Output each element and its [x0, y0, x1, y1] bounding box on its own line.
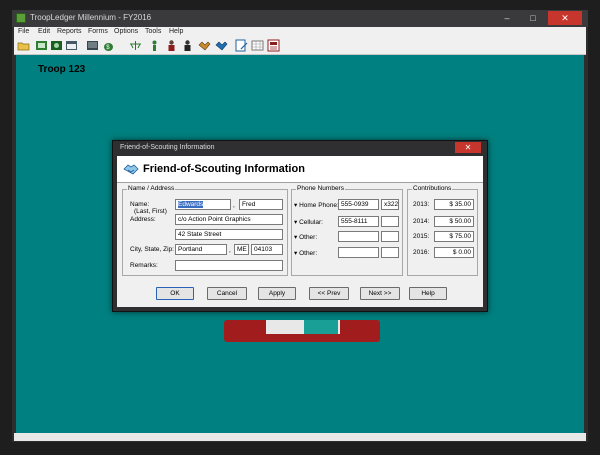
group-title-name-address: Name / Address: [127, 185, 176, 192]
minimize-button[interactable]: –: [496, 11, 518, 25]
menu-help[interactable]: Help: [169, 28, 183, 35]
menu-file[interactable]: File: [18, 28, 29, 35]
contribution-year-2013: 2013:: [413, 201, 430, 208]
name-hint: (Last, First): [134, 208, 167, 215]
contributions-group: Contributions 2013: $ 35.00 2014: $ 50.0…: [407, 185, 478, 276]
window-title: TroopLedger Millennium - FY2016: [30, 13, 152, 22]
app-icon: [16, 13, 26, 23]
dialog-body: Friend-of-Scouting Information Name / Ad…: [117, 156, 483, 307]
award-icon-2[interactable]: [215, 39, 228, 52]
troop-icon[interactable]: [148, 39, 161, 52]
calendar-icon[interactable]: [65, 39, 78, 52]
dialog-title: Friend-of-Scouting Information: [120, 144, 215, 151]
name-address-group: Name / Address Name: (Last, First) Edwar…: [122, 185, 288, 276]
remarks-label: Remarks:: [130, 262, 158, 269]
background-artwork-accent: [304, 320, 338, 334]
other1-ext-input[interactable]: [381, 231, 399, 242]
close-window-button[interactable]: ✕: [548, 11, 582, 25]
remarks-input[interactable]: [175, 260, 283, 271]
city-separator: ,: [229, 247, 231, 254]
contribution-2016-input[interactable]: $ 0.00: [434, 247, 474, 258]
phone-label-other-1-text: Other:: [299, 234, 318, 241]
name-label: Name:: [130, 201, 150, 208]
money-bag-icon[interactable]: [86, 39, 99, 52]
cancel-button[interactable]: Cancel: [207, 287, 247, 300]
menu-edit[interactable]: Edit: [38, 28, 50, 35]
award-icon[interactable]: [198, 39, 211, 52]
toolbar: $: [14, 38, 586, 55]
scout-icon[interactable]: [129, 39, 142, 52]
first-name-input[interactable]: Fred: [239, 199, 283, 210]
phone-numbers-group: Phone Numbers ▾ Home Phone: 555-0939 x32…: [291, 185, 403, 276]
help-button[interactable]: Help: [409, 287, 447, 300]
last-name-value: Edwards: [178, 201, 204, 208]
record-icon[interactable]: [35, 39, 48, 52]
contribution-year-2016: 2016:: [413, 249, 430, 256]
cellular-ext-input[interactable]: [381, 216, 399, 227]
contribution-2014-input[interactable]: $ 50.00: [434, 216, 474, 227]
dialog-header: Friend-of-Scouting Information: [117, 156, 483, 183]
dialog-heading: Friend-of-Scouting Information: [143, 163, 305, 175]
home-phone-input[interactable]: 555-0939: [338, 199, 379, 210]
menu-bar: File Edit Reports Forms Options Tools He…: [14, 27, 586, 38]
menu-options[interactable]: Options: [114, 28, 138, 35]
group-title-contributions: Contributions: [412, 185, 453, 192]
grid-icon[interactable]: [251, 39, 264, 52]
contribution-2013-input[interactable]: $ 35.00: [434, 199, 474, 210]
name-separator: ,: [233, 202, 235, 209]
zip-input[interactable]: 04103: [251, 244, 283, 255]
group-title-phones: Phone Numbers: [296, 185, 345, 192]
troop-label: Troop 123: [38, 64, 86, 75]
background-artwork: [224, 320, 380, 342]
leader-icon[interactable]: [165, 39, 178, 52]
other1-input[interactable]: [338, 231, 379, 242]
menu-forms[interactable]: Forms: [88, 28, 108, 35]
address-label: Address:: [130, 216, 156, 223]
edit-form-icon[interactable]: [235, 39, 248, 52]
other2-input[interactable]: [338, 247, 379, 258]
address-line2-input[interactable]: 42 State Street: [175, 229, 283, 240]
menu-tools[interactable]: Tools: [145, 28, 161, 35]
handshake-icon[interactable]: [181, 39, 194, 52]
phone-label-other-2[interactable]: ▾ Other:: [294, 249, 317, 257]
state-input[interactable]: ME: [234, 244, 249, 255]
city-state-zip-label: City, State, Zip:: [130, 246, 174, 253]
phone-label-cellular-text: Cellular:: [299, 219, 323, 226]
fos-dialog: Friend-of-Scouting Information ✕ Friend-…: [112, 140, 488, 312]
apply-button[interactable]: Apply: [258, 287, 296, 300]
menu-reports[interactable]: Reports: [57, 28, 82, 35]
contribution-2015-input[interactable]: $ 75.00: [434, 231, 474, 242]
dialog-close-button[interactable]: ✕: [455, 142, 481, 153]
title-bar[interactable]: TroopLedger Millennium - FY2016 – □ ✕: [12, 10, 588, 27]
next-button[interactable]: Next >>: [360, 287, 400, 300]
address-line1-input[interactable]: c/o Action Point Graphics: [175, 214, 283, 225]
last-name-input[interactable]: Edwards: [175, 199, 231, 210]
contribution-year-2015: 2015:: [413, 233, 430, 240]
city-input[interactable]: Portland: [175, 244, 227, 255]
home-ext-input[interactable]: x322: [381, 199, 399, 210]
other2-ext-input[interactable]: [381, 247, 399, 258]
phone-label-other-1[interactable]: ▾ Other:: [294, 233, 317, 241]
maximize-button[interactable]: □: [522, 11, 544, 25]
phone-label-home-text: Home Phone:: [299, 202, 339, 209]
contribution-year-2014: 2014:: [413, 218, 430, 225]
phone-label-other-2-text: Other:: [299, 250, 318, 257]
report-icon[interactable]: [267, 39, 280, 52]
phone-label-home[interactable]: ▾ Home Phone:: [294, 201, 339, 209]
open-folder-icon[interactable]: [17, 39, 30, 52]
scales-icon[interactable]: $: [102, 39, 115, 52]
prev-button[interactable]: << Prev: [309, 287, 349, 300]
cellular-input[interactable]: 555-8111: [338, 216, 379, 227]
phone-label-cellular[interactable]: ▾ Cellular:: [294, 218, 323, 226]
status-bar: [14, 433, 586, 441]
account-icon[interactable]: [50, 39, 63, 52]
dialog-title-bar[interactable]: Friend-of-Scouting Information ✕: [113, 141, 487, 155]
handshake-logo-icon: [123, 164, 139, 175]
ok-button[interactable]: OK: [156, 287, 194, 300]
